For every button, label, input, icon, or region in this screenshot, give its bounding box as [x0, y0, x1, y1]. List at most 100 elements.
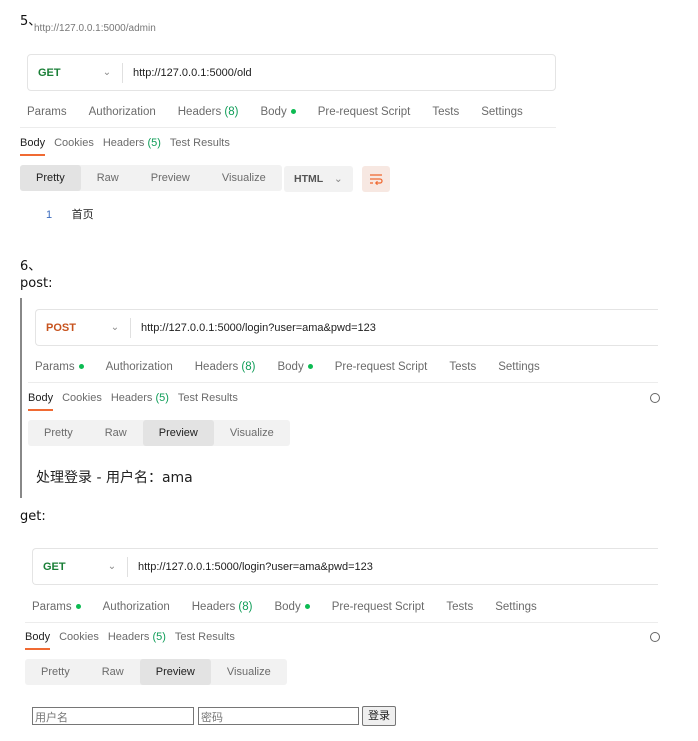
- headers-count: (8): [224, 106, 239, 118]
- chevron-down-icon[interactable]: ⌄: [98, 67, 116, 78]
- method-selector[interactable]: POST: [36, 322, 106, 334]
- tab-response-body[interactable]: Body: [28, 392, 54, 411]
- divider: [28, 382, 658, 383]
- response-headers-count: (5): [152, 631, 166, 643]
- tab-tests[interactable]: Tests: [449, 361, 476, 373]
- tab-settings[interactable]: Settings: [498, 361, 540, 373]
- request-url-bar: GET ⌄ http://127.0.0.1:5000/old: [27, 54, 556, 91]
- view-preview[interactable]: Preview: [142, 420, 214, 446]
- active-dot-icon: [75, 604, 81, 610]
- preview-output: 处理登录 - 用户名：ama: [36, 470, 193, 486]
- tab-response-body[interactable]: Body: [20, 137, 46, 156]
- tab-pre-request-script[interactable]: Pre-request Script: [332, 601, 425, 613]
- tab-tests[interactable]: Tests: [432, 106, 459, 118]
- faded-previous-url: http://127.0.0.1:5000/admin: [34, 23, 156, 33]
- tab-authorization[interactable]: Authorization: [89, 106, 156, 118]
- request-tabs: Params Authorization Headers (8) Body Pr…: [32, 601, 559, 613]
- tab-params[interactable]: Params: [35, 361, 84, 373]
- divider: [25, 622, 658, 623]
- active-dot-icon: [307, 364, 313, 370]
- divider: [127, 556, 128, 577]
- view-raw[interactable]: Raw: [81, 165, 135, 191]
- response-headers-count: (5): [147, 137, 161, 149]
- view-raw[interactable]: Raw: [89, 420, 143, 446]
- method-selector[interactable]: GET: [28, 67, 98, 79]
- tab-response-headers[interactable]: Headers (5): [108, 631, 166, 650]
- response-tabs: Body Cookies Headers (5) Test Results: [25, 631, 244, 650]
- active-dot-icon: [290, 109, 296, 115]
- tab-authorization[interactable]: Authorization: [103, 601, 170, 613]
- view-raw[interactable]: Raw: [86, 659, 140, 685]
- post-label: post:: [20, 276, 53, 291]
- response-headers-count: (5): [155, 392, 169, 404]
- view-pretty[interactable]: Pretty: [25, 659, 86, 685]
- chevron-down-icon[interactable]: ⌄: [106, 322, 124, 333]
- globe-icon[interactable]: [650, 632, 660, 642]
- code-line: 1 首页: [46, 205, 94, 223]
- tab-headers-label: Headers: [191, 601, 236, 613]
- tab-body-label: Body: [274, 601, 301, 613]
- tab-pre-request-script[interactable]: Pre-request Script: [335, 361, 428, 373]
- view-pretty[interactable]: Pretty: [20, 165, 81, 191]
- format-dropdown[interactable]: HTML ⌄: [284, 166, 353, 192]
- tab-cookies[interactable]: Cookies: [62, 392, 102, 411]
- url-input[interactable]: http://127.0.0.1:5000/old: [133, 67, 252, 79]
- tab-headers[interactable]: Headers (8): [178, 106, 239, 118]
- tab-pre-request-script[interactable]: Pre-request Script: [318, 106, 411, 118]
- view-pretty[interactable]: Pretty: [28, 420, 89, 446]
- wrap-lines-button[interactable]: [362, 166, 390, 192]
- view-mode-selector: Pretty Raw Preview Visualize: [28, 420, 290, 446]
- request-tabs: Params Authorization Headers (8) Body Pr…: [27, 106, 545, 118]
- chevron-down-icon[interactable]: ⌄: [103, 561, 121, 572]
- method-selector[interactable]: GET: [33, 561, 103, 573]
- view-visualize[interactable]: Visualize: [211, 659, 287, 685]
- tab-response-headers[interactable]: Headers (5): [111, 392, 169, 411]
- tab-cookies[interactable]: Cookies: [54, 137, 94, 156]
- tab-test-results[interactable]: Test Results: [178, 392, 238, 411]
- tab-body-label: Body: [277, 361, 304, 373]
- url-input[interactable]: http://127.0.0.1:5000/login?user=ama&pwd…: [141, 322, 376, 334]
- tab-tests[interactable]: Tests: [446, 601, 473, 613]
- tab-params[interactable]: Params: [27, 106, 67, 118]
- view-preview[interactable]: Preview: [139, 659, 211, 685]
- format-label: HTML: [294, 173, 323, 185]
- tab-headers[interactable]: Headers (8): [195, 361, 256, 373]
- response-tabs: Body Cookies Headers (5) Test Results: [28, 392, 247, 411]
- divider: [20, 127, 556, 128]
- tab-body[interactable]: Body: [277, 361, 313, 373]
- wrap-lines-icon: [370, 174, 383, 185]
- tab-params-label: Params: [32, 601, 72, 613]
- view-mode-selector: Pretty Raw Preview Visualize: [25, 659, 287, 685]
- tab-test-results[interactable]: Test Results: [170, 137, 230, 156]
- tab-settings[interactable]: Settings: [495, 601, 537, 613]
- tab-body[interactable]: Body: [274, 601, 310, 613]
- tab-params[interactable]: Params: [32, 601, 81, 613]
- tab-headers[interactable]: Headers (8): [192, 601, 253, 613]
- headers-count: (8): [238, 601, 253, 613]
- tab-body[interactable]: Body: [260, 106, 296, 118]
- username-input[interactable]: 用户名: [32, 707, 194, 725]
- url-input[interactable]: http://127.0.0.1:5000/login?user=ama&pwd…: [138, 561, 373, 573]
- tab-authorization[interactable]: Authorization: [106, 361, 173, 373]
- line-content: 首页: [71, 209, 94, 221]
- tab-headers-label: Headers: [194, 361, 239, 373]
- view-visualize[interactable]: Visualize: [214, 420, 290, 446]
- login-button[interactable]: 登录: [362, 706, 396, 726]
- quote-border: [20, 298, 22, 498]
- view-visualize[interactable]: Visualize: [206, 165, 282, 191]
- get-label: get:: [20, 509, 46, 524]
- view-preview[interactable]: Preview: [135, 165, 206, 191]
- password-input[interactable]: 密码: [198, 707, 359, 725]
- tab-response-headers-label: Headers: [107, 631, 150, 643]
- tab-response-body[interactable]: Body: [25, 631, 51, 650]
- tab-cookies[interactable]: Cookies: [59, 631, 99, 650]
- tab-body-label: Body: [260, 106, 287, 118]
- globe-icon[interactable]: [650, 393, 660, 403]
- tab-test-results[interactable]: Test Results: [175, 631, 235, 650]
- tab-response-headers-label: Headers: [110, 392, 153, 404]
- tab-params-label: Params: [35, 361, 75, 373]
- request-tabs: Params Authorization Headers (8) Body Pr…: [35, 361, 562, 373]
- section-6-number: 6、: [20, 259, 42, 274]
- tab-response-headers[interactable]: Headers (5): [103, 137, 161, 156]
- tab-settings[interactable]: Settings: [481, 106, 523, 118]
